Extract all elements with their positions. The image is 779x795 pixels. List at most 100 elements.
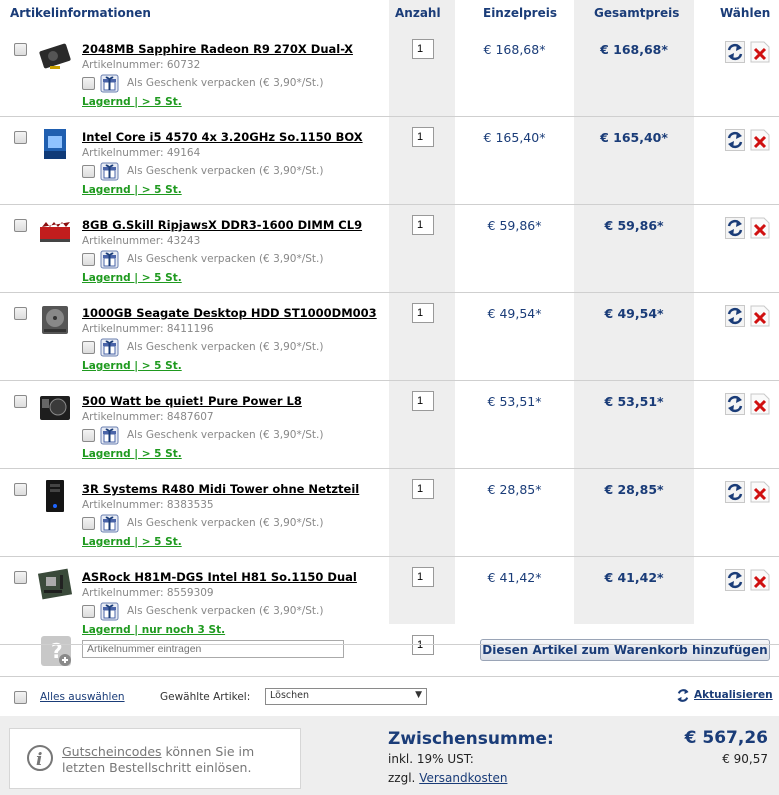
item-qty-input[interactable] (412, 127, 434, 147)
stock-status[interactable]: Lagernd | > 5 St. (82, 448, 182, 460)
refresh-item-icon[interactable] (725, 481, 745, 503)
item-title-link[interactable]: 500 Watt be quiet! Pure Power L8 (82, 394, 302, 408)
item-select-checkbox[interactable] (14, 483, 27, 496)
item-qty-input[interactable] (412, 567, 434, 587)
refresh-icon[interactable] (676, 687, 690, 704)
item-unit-price: € 28,85* (487, 482, 542, 497)
cart-header: Artikelinformationen Anzahl Einzelpreis … (0, 0, 779, 26)
selected-action-select[interactable]: Löschen ▼ (265, 688, 427, 705)
item-unit-price: € 168,68* (483, 42, 546, 57)
item-total-price: € 168,68* (600, 42, 668, 57)
item-unit-price: € 59,86* (487, 218, 542, 233)
graphics-card-icon (39, 43, 71, 69)
item-qty-input[interactable] (412, 303, 434, 323)
voucher-text-2: letzten Bestellschritt einlösen. (62, 760, 252, 775)
item-qty-input[interactable] (412, 391, 434, 411)
item-qty-input[interactable] (412, 215, 434, 235)
cart-row: ASRock H81M-DGS Intel H81 So.1150 Dual A… (0, 557, 779, 645)
stock-status[interactable]: Lagernd | > 5 St. (82, 184, 182, 196)
update-link[interactable]: Aktualisieren (694, 689, 773, 701)
psu-icon (40, 396, 70, 420)
item-qty-input[interactable] (412, 39, 434, 59)
item-select-checkbox[interactable] (14, 307, 27, 320)
gift-wrap-checkbox[interactable] (82, 605, 95, 618)
item-total-price: € 165,40* (600, 130, 668, 145)
item-select-checkbox[interactable] (14, 571, 27, 584)
gift-wrap-label: Als Geschenk verpacken (€ 3,90*/St.) (127, 77, 324, 89)
shipping-cost-link[interactable]: Versandkosten (419, 771, 507, 785)
item-total-price: € 53,51* (604, 394, 664, 409)
cart-actions: Alles auswählen Gewählte Artikel: Lösche… (0, 680, 779, 714)
item-unit-price: € 41,42* (487, 570, 542, 585)
gift-wrap-checkbox[interactable] (82, 253, 95, 266)
vat-label: inkl. 19% UST: (388, 752, 474, 766)
gift-wrap-checkbox[interactable] (82, 341, 95, 354)
item-title-link[interactable]: 2048MB Sapphire Radeon R9 270X Dual-X (82, 42, 353, 56)
refresh-item-icon[interactable] (725, 305, 745, 327)
gift-icon (100, 602, 119, 621)
gift-wrap-label: Als Geschenk verpacken (€ 3,90*/St.) (127, 517, 324, 529)
item-select-checkbox[interactable] (14, 43, 27, 56)
item-total-price: € 49,54* (604, 306, 664, 321)
item-select-checkbox[interactable] (14, 219, 27, 232)
stock-status[interactable]: Lagernd | > 5 St. (82, 536, 182, 548)
refresh-item-icon[interactable] (725, 217, 745, 239)
stock-status[interactable]: Lagernd | nur noch 3 St. (82, 624, 225, 636)
item-select-checkbox[interactable] (14, 395, 27, 408)
selected-action-value: Löschen (270, 690, 309, 701)
gift-icon (100, 338, 119, 357)
item-title-link[interactable]: Intel Core i5 4570 4x 3.20GHz So.1150 BO… (82, 130, 363, 144)
stock-status[interactable]: Lagernd | > 5 St. (82, 272, 182, 284)
delete-item-icon[interactable] (750, 393, 770, 415)
select-all-link[interactable]: Alles auswählen (40, 691, 125, 703)
stock-status[interactable]: Lagernd | > 5 St. (82, 360, 182, 372)
delete-item-icon[interactable] (750, 41, 770, 63)
delete-item-icon[interactable] (750, 481, 770, 503)
item-article-number: Artikelnummer: 8411196 (82, 323, 214, 335)
refresh-item-icon[interactable] (725, 569, 745, 591)
gift-wrap-label: Als Geschenk verpacken (€ 3,90*/St.) (127, 341, 324, 353)
item-total-price: € 28,85* (604, 482, 664, 497)
item-article-number: Artikelnummer: 43243 (82, 235, 201, 247)
voucher-note: i Gutscheincodes können Sie im letzten B… (9, 728, 301, 789)
stock-status[interactable]: Lagernd | > 5 St. (82, 96, 182, 108)
gift-wrap-label: Als Geschenk verpacken (€ 3,90*/St.) (127, 165, 324, 177)
cart-row: 2048MB Sapphire Radeon R9 270X Dual-X Ar… (0, 29, 779, 117)
gift-wrap-checkbox[interactable] (82, 77, 95, 90)
gift-wrap-checkbox[interactable] (82, 165, 95, 178)
item-title-link[interactable]: ASRock H81M-DGS Intel H81 So.1150 Dual (82, 570, 357, 584)
cart-row: 8GB G.Skill RipjawsX DDR3-1600 DIMM CL9 … (0, 205, 779, 293)
select-all-checkbox[interactable] (14, 691, 27, 704)
item-select-checkbox[interactable] (14, 131, 27, 144)
delete-item-icon[interactable] (750, 217, 770, 239)
item-article-number: Artikelnummer: 49164 (82, 147, 201, 159)
item-qty-input[interactable] (412, 479, 434, 499)
voucher-link[interactable]: Gutscheincodes (62, 744, 162, 759)
gift-wrap-label: Als Geschenk verpacken (€ 3,90*/St.) (127, 605, 324, 617)
voucher-text-1: können Sie im (161, 744, 255, 759)
gift-wrap-label: Als Geschenk verpacken (€ 3,90*/St.) (127, 429, 324, 441)
item-title-link[interactable]: 3R Systems R480 Midi Tower ohne Netzteil (82, 482, 359, 496)
header-select: Wählen (720, 6, 771, 20)
gift-icon (100, 514, 119, 533)
selected-items-label: Gewählte Artikel: (160, 691, 251, 703)
cart-row: 3R Systems R480 Midi Tower ohne Netzteil… (0, 469, 779, 557)
item-title-link[interactable]: 8GB G.Skill RipjawsX DDR3-1600 DIMM CL9 (82, 218, 362, 232)
cart-row: 500 Watt be quiet! Pure Power L8 Artikel… (0, 381, 779, 469)
gift-wrap-checkbox[interactable] (82, 429, 95, 442)
delete-item-icon[interactable] (750, 129, 770, 151)
refresh-item-icon[interactable] (725, 41, 745, 63)
delete-item-icon[interactable] (750, 305, 770, 327)
gift-wrap-checkbox[interactable] (82, 517, 95, 530)
gift-icon (100, 250, 119, 269)
chevron-down-icon: ▼ (415, 690, 422, 700)
item-article-number: Artikelnummer: 8559309 (82, 587, 214, 599)
delete-item-icon[interactable] (750, 569, 770, 591)
item-title-link[interactable]: 1000GB Seagate Desktop HDD ST1000DM003 (82, 306, 377, 320)
header-qty: Anzahl (395, 6, 441, 20)
item-unit-price: € 53,51* (487, 394, 542, 409)
refresh-item-icon[interactable] (725, 393, 745, 415)
gift-icon (100, 162, 119, 181)
refresh-item-icon[interactable] (725, 129, 745, 151)
shipping-prefix: zzgl. (388, 771, 416, 785)
